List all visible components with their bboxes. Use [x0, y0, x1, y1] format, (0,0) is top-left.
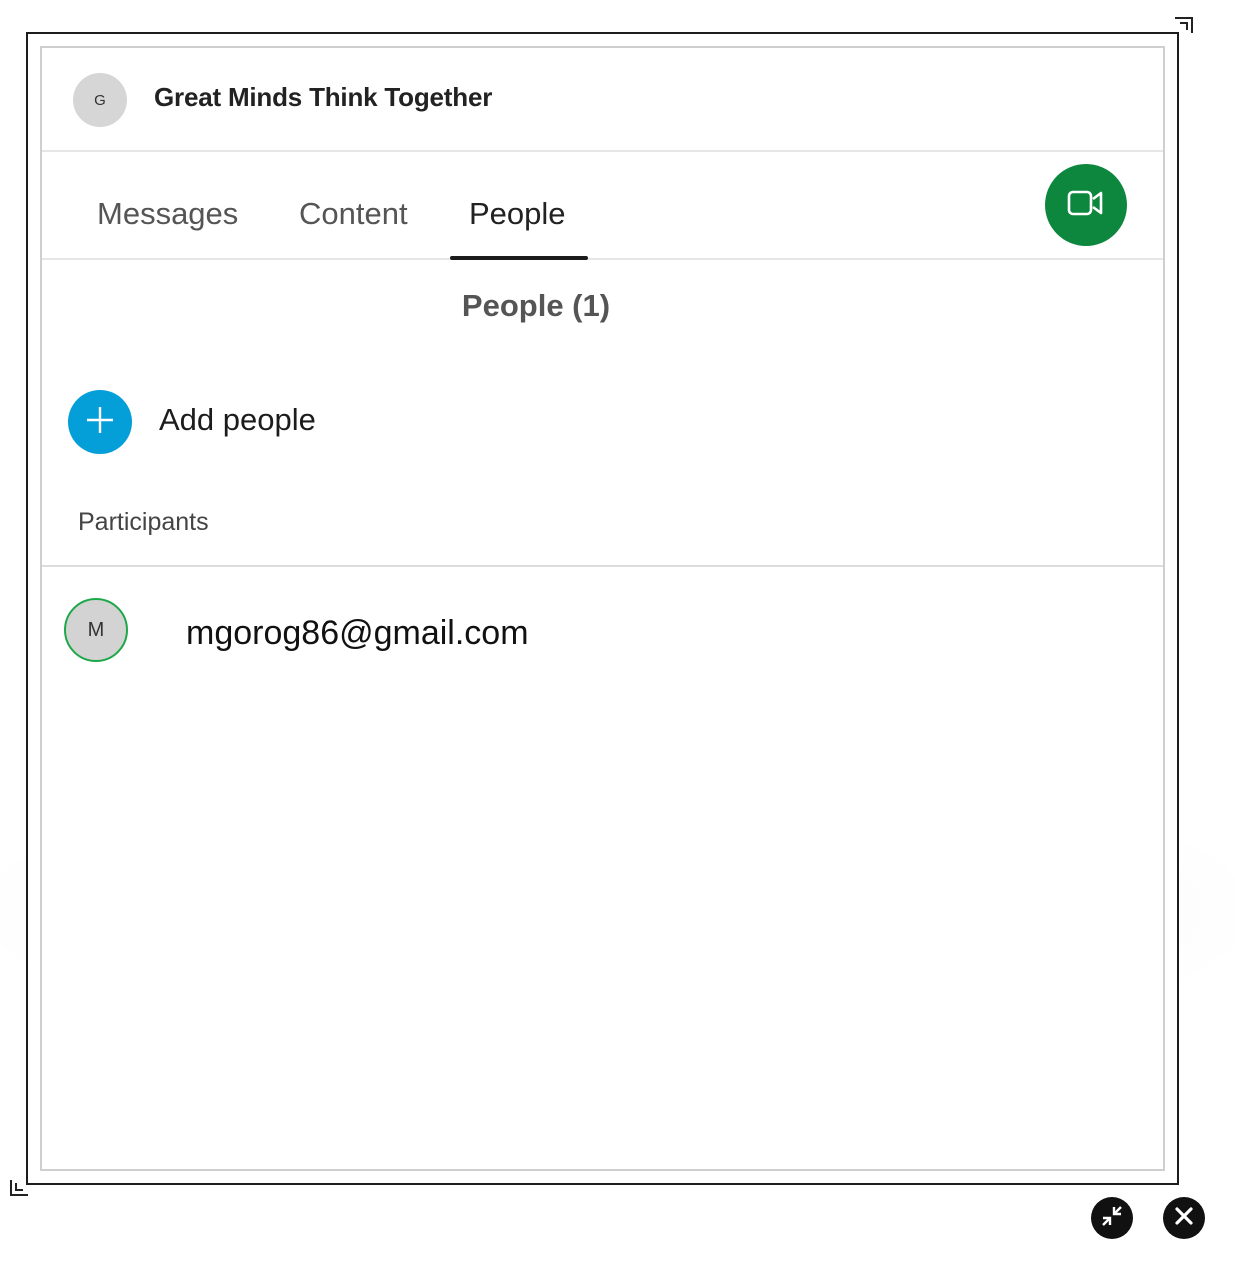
start-video-call-button[interactable]	[1045, 164, 1127, 246]
collapse-arrows-icon	[1099, 1203, 1125, 1234]
add-people-button[interactable]: Add people	[68, 390, 468, 454]
add-people-label[interactable]: Add people	[159, 402, 316, 438]
tab-content[interactable]: Content	[299, 196, 408, 232]
widget-frame: G Great Minds Think Together Messages Co…	[26, 32, 1179, 1185]
tab-messages[interactable]: Messages	[97, 196, 238, 232]
resize-handle-top-right[interactable]	[1175, 17, 1193, 33]
space-header: G Great Minds Think Together	[42, 48, 1163, 152]
tab-people[interactable]: People	[469, 196, 566, 232]
participants-section-label: Participants	[78, 508, 209, 536]
active-tab-indicator	[450, 256, 588, 260]
add-people-circle[interactable]	[68, 390, 132, 454]
people-heading: People (1)	[461, 288, 611, 323]
participant-row[interactable]: M mgorog86@gmail.com	[64, 598, 764, 662]
space-title: Great Minds Think Together	[154, 82, 493, 112]
space-avatar: G	[73, 73, 127, 127]
video-camera-icon	[1066, 188, 1106, 223]
participant-avatar: M	[64, 598, 128, 662]
plus-icon	[85, 405, 115, 440]
minimize-button[interactable]	[1091, 1197, 1133, 1239]
close-icon	[1172, 1204, 1196, 1233]
close-button[interactable]	[1163, 1197, 1205, 1239]
participant-name: mgorog86@gmail.com	[186, 614, 529, 652]
space-panel: G Great Minds Think Together Messages Co…	[40, 46, 1165, 1171]
section-divider	[42, 565, 1163, 567]
tab-bar: Messages Content People	[42, 152, 1163, 260]
